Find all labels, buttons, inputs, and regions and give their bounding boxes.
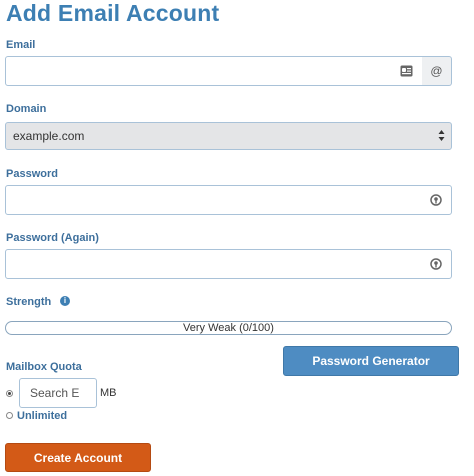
password-again-input[interactable] — [6, 250, 451, 278]
mailbox-quota-label: Mailbox Quota — [6, 361, 82, 373]
quota-size-input[interactable] — [20, 379, 96, 407]
email-field[interactable] — [5, 56, 423, 86]
info-icon[interactable]: i — [60, 296, 70, 306]
quota-size-field[interactable] — [19, 378, 97, 408]
domain-selected-value: example.com — [13, 129, 85, 143]
password-field[interactable] — [5, 185, 452, 215]
email-label: Email — [6, 39, 36, 51]
domain-select[interactable]: example.com — [5, 122, 452, 150]
quota-custom-radio[interactable] — [6, 390, 13, 397]
create-account-button[interactable]: Create Account — [5, 443, 151, 472]
key-icon[interactable] — [429, 257, 443, 271]
password-again-field[interactable] — [5, 249, 452, 279]
strength-meter-text: Very Weak (0/100) — [183, 322, 274, 334]
quota-unit: MB — [100, 387, 117, 399]
quota-unlimited-radio[interactable] — [6, 412, 13, 419]
password-generator-button[interactable]: Password Generator — [283, 346, 459, 376]
key-icon[interactable] — [429, 193, 443, 207]
select-arrows-icon — [438, 129, 445, 142]
password-input[interactable] — [6, 186, 451, 214]
password-again-label: Password (Again) — [6, 232, 99, 244]
page-title: Add Email Account — [6, 0, 220, 26]
password-label: Password — [6, 168, 58, 180]
password-strength-meter: Very Weak (0/100) — [5, 321, 452, 335]
contact-card-icon[interactable] — [399, 64, 413, 78]
quota-unlimited-label[interactable]: Unlimited — [17, 410, 67, 422]
strength-label: Strength — [6, 296, 52, 308]
email-input[interactable] — [6, 57, 422, 85]
domain-label: Domain — [6, 103, 47, 115]
email-at-addon: @ — [422, 56, 452, 86]
